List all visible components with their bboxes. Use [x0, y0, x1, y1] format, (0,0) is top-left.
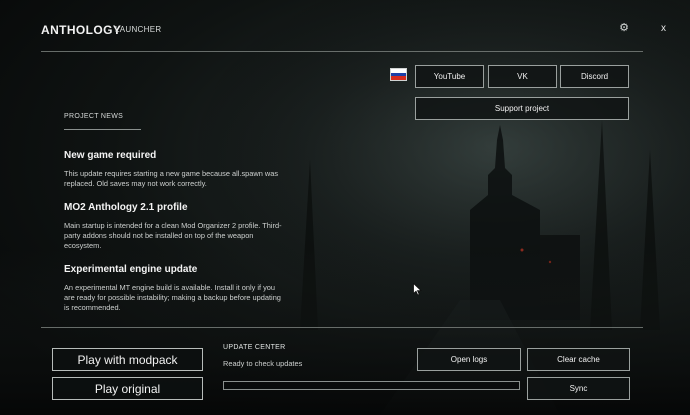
language-flag-icon[interactable]: [390, 68, 407, 81]
gear-icon[interactable]: ⚙: [618, 22, 630, 34]
app-subtitle: LAUNCHER: [115, 25, 162, 34]
news-header: PROJECT NEWS: [64, 113, 124, 120]
mouse-cursor-icon: [413, 283, 422, 296]
news-body: An experimental MT engine build is avail…: [64, 283, 281, 312]
support-project-button[interactable]: Support project: [415, 97, 629, 120]
news-title: Experimental engine update: [64, 264, 198, 275]
app-title: ANTHOLOGY: [41, 23, 122, 37]
vk-button[interactable]: VK: [488, 65, 557, 88]
youtube-button[interactable]: YouTube: [415, 65, 484, 88]
update-status-text: Ready to check updates: [223, 359, 303, 368]
news-item: New game required This update requires s…: [64, 150, 282, 189]
update-center-header: UPDATE CENTER: [223, 344, 286, 351]
play-with-modpack-button[interactable]: Play with modpack: [52, 348, 203, 371]
clear-cache-button[interactable]: Clear cache: [527, 348, 630, 371]
news-item: MO2 Anthology 2.1 profile Main startup i…: [64, 202, 282, 251]
play-original-button[interactable]: Play original: [52, 377, 203, 400]
title-bar: ANTHOLOGY LAUNCHER ⚙ x: [0, 0, 690, 52]
news-title: New game required: [64, 150, 157, 161]
update-progress-bar: [223, 381, 520, 390]
news-divider: [64, 129, 141, 130]
sync-button[interactable]: Sync: [527, 377, 630, 400]
discord-button[interactable]: Discord: [560, 65, 629, 88]
close-icon[interactable]: x: [661, 23, 666, 34]
news-title: MO2 Anthology 2.1 profile: [64, 202, 188, 213]
news-item: Experimental engine update An experiment…: [64, 264, 282, 313]
open-logs-button[interactable]: Open logs: [417, 348, 521, 371]
title-divider: [41, 51, 643, 52]
news-body: This update requires starting a new game…: [64, 169, 279, 188]
footer-divider: [41, 327, 643, 328]
news-list[interactable]: New game required This update requires s…: [64, 150, 282, 316]
news-body: Main startup is intended for a clean Mod…: [64, 221, 282, 250]
flag-stripe-red: [391, 76, 406, 80]
